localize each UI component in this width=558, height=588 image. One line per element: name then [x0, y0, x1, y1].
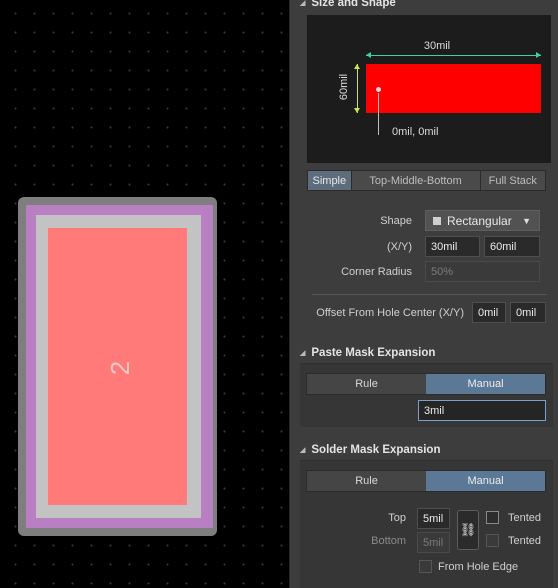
pad-designator: 2	[104, 360, 135, 376]
mode-top-middle-bottom-button[interactable]: Top-Middle-Bottom	[352, 171, 481, 190]
properties-panel: ◢ Size and Shape 30mil 60mil 0mil, 0mil …	[289, 0, 558, 588]
offset-from-hole-label: Offset From Hole Center (X/Y)	[316, 307, 464, 319]
collapse-triangle-icon[interactable]: ◢	[300, 446, 305, 454]
solder-mask-header[interactable]: ◢ Solder Mask Expansion	[300, 444, 441, 456]
paste-manual-button[interactable]: Manual	[426, 374, 545, 394]
pcb-canvas[interactable]: 2	[0, 0, 289, 588]
solder-manual-button[interactable]: Manual	[426, 471, 545, 491]
origin-marker-icon	[376, 87, 381, 92]
from-hole-edge-checkbox[interactable]	[419, 560, 432, 573]
from-hole-edge-label: From Hole Edge	[438, 561, 519, 573]
size-and-shape-header[interactable]: ◢ Size and Shape	[300, 0, 396, 9]
pad-stack-mode-selector: Simple Top-Middle-Bottom Full Stack	[307, 170, 546, 191]
height-dimension-line	[354, 64, 360, 113]
paste-mask-header[interactable]: ◢ Paste Mask Expansion	[300, 347, 435, 359]
tented-top-checkbox[interactable]	[486, 511, 499, 524]
paste-mask-toggle: Rule Manual	[306, 373, 546, 395]
tented-bottom-label: Tented	[508, 535, 542, 547]
corner-radius-label: Corner Radius	[341, 266, 412, 278]
shape-square-icon	[433, 216, 441, 225]
offset-x-input[interactable]: 0mil	[472, 302, 506, 323]
offset-y-input[interactable]: 0mil	[510, 302, 546, 323]
mode-full-stack-button[interactable]: Full Stack	[481, 171, 545, 190]
section-title: Size and Shape	[311, 0, 396, 9]
divider	[312, 294, 547, 295]
chain-link-icon[interactable]: ⛓	[457, 510, 479, 550]
shape-label: Shape	[380, 215, 412, 227]
solder-bottom-input[interactable]: 5mil	[417, 532, 450, 553]
xy-label: (X/Y)	[386, 241, 412, 253]
tented-bottom-checkbox[interactable]	[486, 534, 499, 547]
mode-simple-button[interactable]: Simple	[308, 171, 352, 190]
preview-origin-label: 0mil, 0mil	[392, 126, 439, 138]
solder-top-label: Top	[388, 512, 406, 524]
section-title: Paste Mask Expansion	[311, 347, 436, 359]
solder-rule-button[interactable]: Rule	[307, 471, 426, 491]
shape-dropdown[interactable]: Rectangular ▼	[425, 210, 540, 231]
collapse-triangle-icon[interactable]: ◢	[300, 0, 305, 7]
preview-height-label: 60mil	[338, 73, 350, 101]
solder-bottom-label: Bottom	[371, 535, 406, 547]
section-title: Solder Mask Expansion	[311, 444, 441, 456]
shape-preview: 30mil 60mil 0mil, 0mil	[307, 15, 551, 163]
paste-mask-value-input[interactable]: 3mil	[418, 400, 546, 421]
origin-leader-line	[378, 93, 379, 135]
collapse-triangle-icon[interactable]: ◢	[300, 349, 305, 357]
shape-value: Rectangular	[447, 213, 512, 228]
width-dimension-line	[366, 52, 541, 58]
solder-mask-toggle: Rule Manual	[306, 470, 546, 492]
chevron-down-icon: ▼	[522, 215, 531, 226]
size-y-input[interactable]: 60mil	[484, 236, 540, 257]
tented-top-label: Tented	[508, 512, 542, 524]
paste-rule-button[interactable]: Rule	[307, 374, 426, 394]
solder-top-input[interactable]: 5mil	[417, 508, 450, 529]
corner-radius-input[interactable]: 50%	[425, 261, 540, 282]
preview-pad-shape	[366, 64, 541, 113]
preview-width-label: 30mil	[423, 40, 451, 52]
size-x-input[interactable]: 30mil	[425, 236, 480, 257]
